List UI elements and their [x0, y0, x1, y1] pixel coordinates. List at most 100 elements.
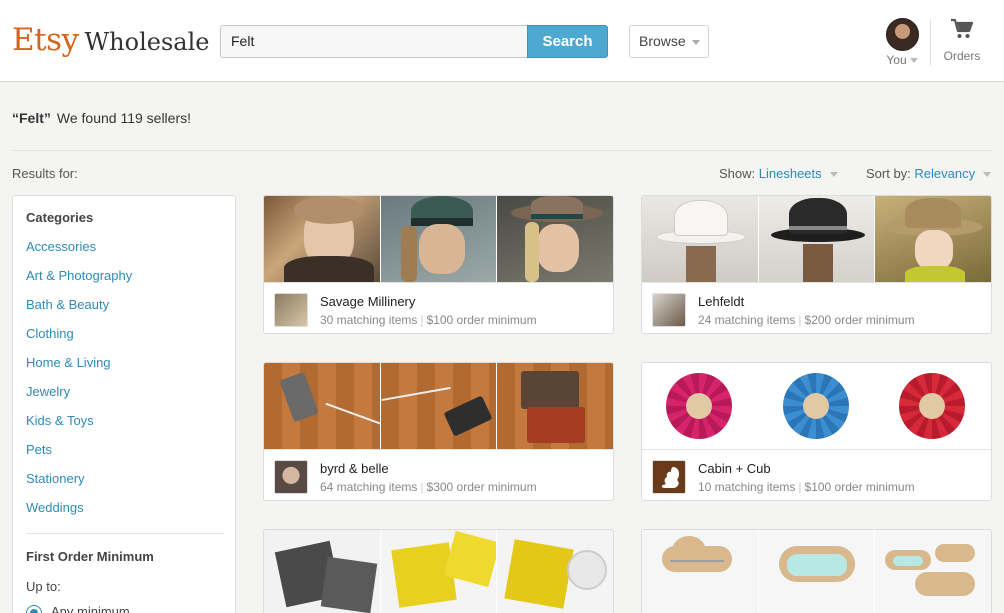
search-button[interactable]: Search	[527, 25, 608, 58]
product-photo[interactable]	[875, 530, 991, 613]
product-photo[interactable]	[642, 196, 759, 282]
product-photos[interactable]	[264, 530, 613, 613]
category-link-clothing[interactable]: Clothing	[26, 326, 132, 355]
seller-info: Cabin + Cub 10 matching items | $100 order…	[642, 449, 991, 500]
sort-label: Sort by:	[866, 166, 911, 181]
shop-name[interactable]: Lehfeldt	[698, 294, 744, 309]
results-for-label: Results for:	[12, 166, 78, 181]
etsy-wholesale-logo[interactable]: Etsy Wholesale	[12, 22, 209, 58]
logo-product: Wholesale	[84, 28, 210, 56]
product-photo[interactable]	[497, 530, 613, 613]
shop-name[interactable]: Savage Millinery	[320, 294, 415, 309]
orders-link[interactable]: Orders	[940, 18, 984, 63]
shop-avatar[interactable]	[274, 460, 308, 494]
avatar	[885, 18, 919, 51]
shop-avatar[interactable]	[652, 460, 686, 494]
shop-avatar[interactable]	[652, 293, 686, 327]
matching-count: 10 matching items	[698, 480, 796, 494]
product-photo[interactable]	[380, 530, 498, 613]
matching-count: 64 matching items	[320, 480, 418, 494]
orders-label: Orders	[943, 49, 981, 63]
product-photos[interactable]	[264, 196, 613, 282]
matching-count: 24 matching items	[698, 313, 796, 327]
product-photos[interactable]	[642, 196, 991, 282]
divider	[12, 150, 992, 151]
any-minimum-label[interactable]: Any minimum	[51, 604, 130, 613]
seller-card-byrd-and-belle[interactable]: byrd & belle 64 matching items | $300 orde…	[263, 362, 614, 501]
category-link-bath-beauty[interactable]: Bath & Beauty	[26, 297, 132, 326]
category-link-home-living[interactable]: Home & Living	[26, 355, 132, 384]
order-minimum: $200 order minimum	[804, 313, 915, 327]
shop-name[interactable]: byrd & belle	[320, 461, 389, 476]
chevron-down-icon	[692, 40, 700, 45]
browse-label: Browse	[639, 33, 686, 49]
browse-dropdown[interactable]: Browse	[629, 25, 709, 58]
order-minimum: $100 order minimum	[426, 313, 537, 327]
chevron-down-icon	[909, 58, 918, 64]
product-photo[interactable]	[758, 530, 876, 613]
result-count: We found 119 sellers!	[56, 110, 192, 126]
category-link-stationery[interactable]: Stationery	[26, 471, 132, 500]
product-photo[interactable]	[380, 196, 498, 282]
categories-heading: Categories	[26, 210, 94, 225]
seller-card-savage-millinery[interactable]: Savage Millinery 30 matching items | $100 …	[263, 195, 614, 334]
category-link-kids-toys[interactable]: Kids & Toys	[26, 413, 132, 442]
logo-brand: Etsy	[12, 22, 79, 58]
top-header: Etsy Wholesale Felt Search Browse You Ord…	[0, 0, 1004, 82]
product-photo[interactable]	[642, 530, 759, 613]
shop-avatar[interactable]	[274, 293, 308, 327]
seller-card[interactable]	[263, 529, 614, 613]
product-photo[interactable]	[758, 196, 876, 282]
header-divider	[930, 20, 931, 66]
seller-card[interactable]	[641, 529, 992, 613]
order-minimum: $100 order minimum	[804, 480, 915, 494]
category-link-accessories[interactable]: Accessories	[26, 239, 132, 268]
squirrel-icon	[661, 467, 680, 488]
product-photos[interactable]	[642, 530, 991, 613]
search-summary: “Felt” We found 119 sellers!	[12, 110, 191, 126]
shop-meta: 24 matching items | $200 order minimum	[698, 313, 915, 327]
chevron-down-icon	[983, 172, 992, 178]
product-photo[interactable]	[497, 363, 613, 449]
search-input[interactable]: Felt	[220, 25, 528, 58]
product-photo[interactable]	[642, 363, 759, 449]
category-link-jewelry[interactable]: Jewelry	[26, 384, 132, 413]
product-photos[interactable]	[264, 363, 613, 449]
up-to-label: Up to:	[26, 579, 61, 594]
sidebar-divider	[26, 533, 224, 534]
product-photo[interactable]	[380, 363, 498, 449]
account-label: You	[886, 53, 907, 67]
category-link-weddings[interactable]: Weddings	[26, 500, 132, 529]
shop-meta: 30 matching items | $100 order minimum	[320, 313, 537, 327]
account-menu[interactable]: You	[880, 18, 924, 67]
shop-name[interactable]: Cabin + Cub	[698, 461, 771, 476]
seller-info: byrd & belle 64 matching items | $300 orde…	[264, 449, 613, 500]
query-term: “Felt”	[12, 110, 51, 126]
sort-selector[interactable]: Sort by: Relevancy	[866, 166, 992, 181]
show-selector[interactable]: Show: Linesheets	[719, 166, 838, 181]
sort-value[interactable]: Relevancy	[914, 166, 975, 181]
product-photos[interactable]	[642, 363, 991, 449]
seller-card-cabin-cub[interactable]: Cabin + Cub 10 matching items | $100 order…	[641, 362, 992, 501]
seller-card-lehfeldt[interactable]: Lehfeldt 24 matching items | $200 order mi…	[641, 195, 992, 334]
product-photo[interactable]	[497, 196, 613, 282]
product-photo[interactable]	[875, 363, 991, 449]
category-list: Accessories Art & Photography Bath & Bea…	[26, 239, 132, 529]
order-minimum: $300 order minimum	[426, 480, 537, 494]
show-value[interactable]: Linesheets	[759, 166, 822, 181]
show-label: Show:	[719, 166, 756, 181]
category-link-art-photography[interactable]: Art & Photography	[26, 268, 132, 297]
seller-info: Lehfeldt 24 matching items | $200 order mi…	[642, 282, 991, 333]
any-minimum-radio[interactable]	[26, 605, 42, 613]
cart-icon	[951, 18, 974, 38]
product-photo[interactable]	[264, 363, 381, 449]
product-photo[interactable]	[875, 196, 991, 282]
minimum-heading: First Order Minimum	[26, 549, 154, 564]
seller-info: Savage Millinery 30 matching items | $100 …	[264, 282, 613, 333]
shop-meta: 10 matching items | $100 order minimum	[698, 480, 915, 494]
shop-meta: 64 matching items | $300 order minimum	[320, 480, 537, 494]
product-photo[interactable]	[264, 196, 381, 282]
product-photo[interactable]	[264, 530, 381, 613]
category-link-pets[interactable]: Pets	[26, 442, 132, 471]
product-photo[interactable]	[758, 363, 876, 449]
